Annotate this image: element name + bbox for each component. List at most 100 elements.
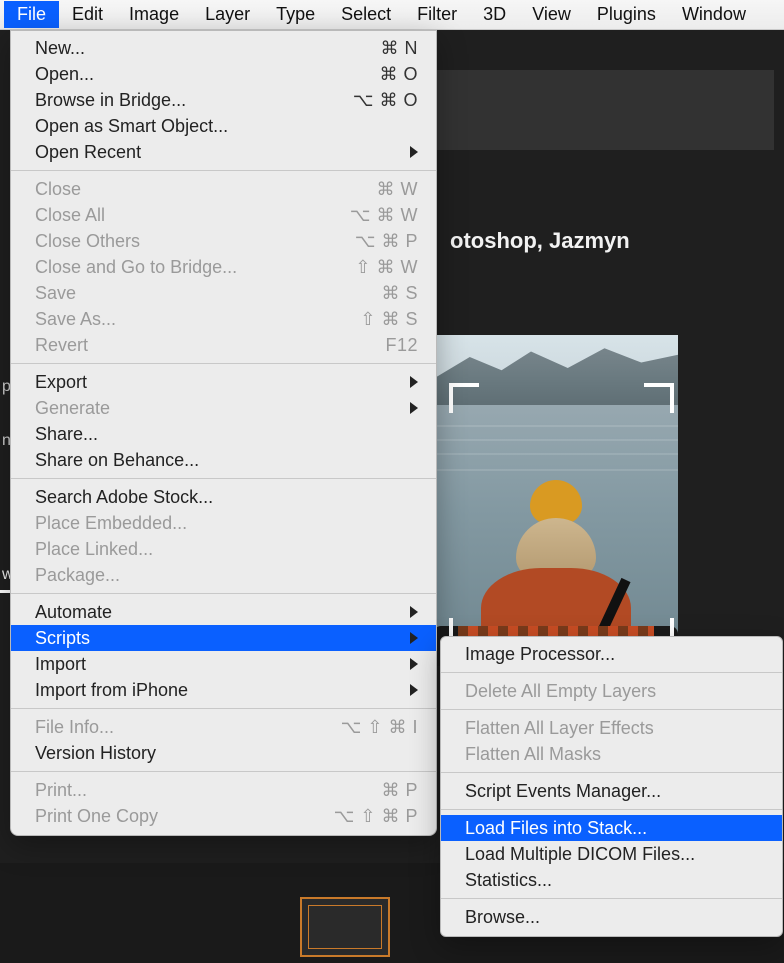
- menu-item-shortcut: ⌘ N: [365, 38, 419, 59]
- scripts-menu-separator: [441, 898, 782, 899]
- file-menu-item-file-info: File Info...⌥ ⇧ ⌘ I: [11, 714, 436, 740]
- menu-item-label: Package...: [35, 565, 418, 586]
- menu-item-label: Import from iPhone: [35, 680, 400, 701]
- file-menu-separator: [11, 170, 436, 171]
- menu-item-shortcut: ⌘ W: [361, 179, 419, 200]
- menubar-item-image[interactable]: Image: [116, 1, 192, 28]
- file-menu-item-share[interactable]: Share...: [11, 421, 436, 447]
- thumbnail[interactable]: [300, 897, 390, 957]
- sample-photo: [433, 335, 678, 666]
- menu-item-label: Delete All Empty Layers: [465, 681, 764, 702]
- menubar-item-select[interactable]: Select: [328, 1, 404, 28]
- file-menu-item-close-all: Close All⌥ ⌘ W: [11, 202, 436, 228]
- file-menu-item-print-one-copy: Print One Copy⌥ ⇧ ⌘ P: [11, 803, 436, 829]
- menubar-item-type[interactable]: Type: [263, 1, 328, 28]
- file-menu-item-save: Save⌘ S: [11, 280, 436, 306]
- menubar-item-view[interactable]: View: [519, 1, 584, 28]
- file-menu-item-import[interactable]: Import: [11, 651, 436, 677]
- menu-item-label: Browse in Bridge...: [35, 90, 337, 111]
- menu-item-label: Open Recent: [35, 142, 400, 163]
- menubar: FileEditImageLayerTypeSelectFilter3DView…: [0, 0, 784, 30]
- file-menu-item-place-embedded: Place Embedded...: [11, 510, 436, 536]
- file-menu-item-new[interactable]: New...⌘ N: [11, 35, 436, 61]
- file-menu-item-browse-in-bridge[interactable]: Browse in Bridge...⌥ ⌘ O: [11, 87, 436, 113]
- menu-item-label: Load Files into Stack...: [465, 818, 764, 839]
- file-menu-item-import-from-iphone[interactable]: Import from iPhone: [11, 677, 436, 703]
- file-menu: New...⌘ NOpen...⌘ OBrowse in Bridge...⌥ …: [10, 30, 437, 836]
- file-menu-item-automate[interactable]: Automate: [11, 599, 436, 625]
- scripts-menu-item-image-processor[interactable]: Image Processor...: [441, 641, 782, 667]
- menubar-item-3d[interactable]: 3D: [470, 1, 519, 28]
- menubar-item-file[interactable]: File: [4, 1, 59, 28]
- menu-item-label: Script Events Manager...: [465, 781, 764, 802]
- menu-item-label: Share...: [35, 424, 418, 445]
- menu-item-label: Generate: [35, 398, 400, 419]
- file-menu-separator: [11, 708, 436, 709]
- menu-item-shortcut: ⌥ ⌘ P: [339, 231, 418, 252]
- menu-item-label: Print One Copy: [35, 806, 318, 827]
- file-menu-item-generate: Generate: [11, 395, 436, 421]
- menu-item-label: Close Others: [35, 231, 339, 252]
- scripts-menu-item-load-multiple-dicom-files[interactable]: Load Multiple DICOM Files...: [441, 841, 782, 867]
- scripts-menu-item-delete-all-empty-layers: Delete All Empty Layers: [441, 678, 782, 704]
- menu-item-label: Search Adobe Stock...: [35, 487, 418, 508]
- menu-item-label: File Info...: [35, 717, 325, 738]
- file-menu-separator: [11, 478, 436, 479]
- submenu-arrow-icon: [410, 658, 418, 670]
- scripts-menu-item-flatten-all-masks: Flatten All Masks: [441, 741, 782, 767]
- file-menu-item-export[interactable]: Export: [11, 369, 436, 395]
- menu-item-label: Scripts: [35, 628, 400, 649]
- menu-item-label: Print...: [35, 780, 365, 801]
- menu-item-label: Import: [35, 654, 400, 675]
- scripts-menu-item-script-events-manager[interactable]: Script Events Manager...: [441, 778, 782, 804]
- menubar-item-edit[interactable]: Edit: [59, 1, 116, 28]
- file-menu-item-search-adobe-stock[interactable]: Search Adobe Stock...: [11, 484, 436, 510]
- file-menu-item-open-recent[interactable]: Open Recent: [11, 139, 436, 165]
- menu-item-label: Close: [35, 179, 361, 200]
- scripts-menu-separator: [441, 672, 782, 673]
- menu-item-label: Save: [35, 283, 365, 304]
- menu-item-label: Automate: [35, 602, 400, 623]
- menubar-item-plugins[interactable]: Plugins: [584, 1, 669, 28]
- menu-item-label: Close and Go to Bridge...: [35, 257, 339, 278]
- file-menu-item-close-others: Close Others⌥ ⌘ P: [11, 228, 436, 254]
- welcome-text: otoshop, Jazmyn: [450, 228, 630, 254]
- file-menu-item-package: Package...: [11, 562, 436, 588]
- menu-item-shortcut: ⌘ O: [363, 64, 418, 85]
- file-menu-item-print: Print...⌘ P: [11, 777, 436, 803]
- scripts-menu-item-load-files-into-stack[interactable]: Load Files into Stack...: [441, 815, 782, 841]
- menu-item-label: Open as Smart Object...: [35, 116, 418, 137]
- menu-item-label: Load Multiple DICOM Files...: [465, 844, 764, 865]
- scripts-menu-item-browse[interactable]: Browse...: [441, 904, 782, 930]
- submenu-arrow-icon: [410, 146, 418, 158]
- file-menu-item-scripts[interactable]: Scripts: [11, 625, 436, 651]
- file-menu-separator: [11, 593, 436, 594]
- menu-item-shortcut: ⌘ P: [365, 780, 418, 801]
- scripts-menu-separator: [441, 772, 782, 773]
- menubar-item-layer[interactable]: Layer: [192, 1, 263, 28]
- menubar-item-window[interactable]: Window: [669, 1, 759, 28]
- file-menu-item-share-on-behance[interactable]: Share on Behance...: [11, 447, 436, 473]
- recent-thumbs: [300, 897, 390, 957]
- scripts-menu-item-statistics[interactable]: Statistics...: [441, 867, 782, 893]
- menu-item-shortcut: ⇧ ⌘ W: [339, 257, 418, 278]
- menu-item-shortcut: ⌥ ⌘ O: [337, 90, 418, 111]
- menu-item-shortcut: ⌘ S: [365, 283, 418, 304]
- file-menu-item-open[interactable]: Open...⌘ O: [11, 61, 436, 87]
- scripts-menu-separator: [441, 809, 782, 810]
- menu-item-label: Flatten All Masks: [465, 744, 764, 765]
- file-menu-item-open-as-smart-object[interactable]: Open as Smart Object...: [11, 113, 436, 139]
- submenu-arrow-icon: [410, 376, 418, 388]
- menu-item-label: Share on Behance...: [35, 450, 418, 471]
- menu-item-label: New...: [35, 38, 365, 59]
- file-menu-separator: [11, 363, 436, 364]
- scripts-menu-item-flatten-all-layer-effects: Flatten All Layer Effects: [441, 715, 782, 741]
- menubar-item-filter[interactable]: Filter: [404, 1, 470, 28]
- file-menu-item-close: Close⌘ W: [11, 176, 436, 202]
- scripts-menu-separator: [441, 709, 782, 710]
- menu-item-label: Close All: [35, 205, 334, 226]
- menu-item-label: Statistics...: [465, 870, 764, 891]
- file-menu-item-version-history[interactable]: Version History: [11, 740, 436, 766]
- file-menu-item-revert: RevertF12: [11, 332, 436, 358]
- file-menu-separator: [11, 771, 436, 772]
